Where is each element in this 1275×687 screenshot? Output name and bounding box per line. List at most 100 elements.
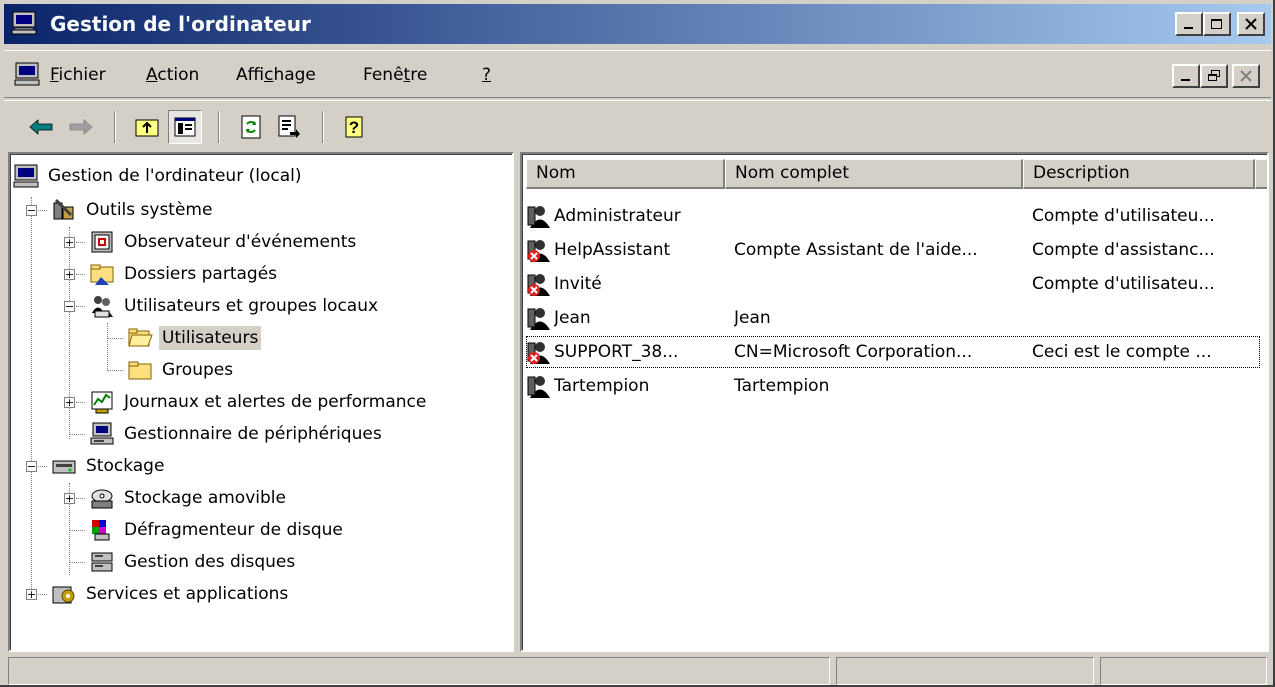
tree-node-disk-defragmenter[interactable]: Défragmenteur de disque bbox=[89, 515, 346, 545]
cell-full-name: Jean bbox=[734, 308, 771, 328]
disk-management-icon bbox=[91, 552, 113, 572]
tools-icon bbox=[53, 198, 74, 220]
cell-name: Jean bbox=[554, 308, 591, 328]
tree-line bbox=[107, 370, 123, 371]
folder-open-icon bbox=[128, 328, 153, 347]
tree-collapse-toggle[interactable]: − bbox=[64, 301, 75, 312]
user-icon bbox=[527, 308, 550, 330]
tree-node-device-manager[interactable]: Gestionnaire de périphériques bbox=[89, 419, 385, 449]
back-button[interactable] bbox=[24, 110, 58, 144]
column-header-description[interactable]: Description bbox=[1023, 159, 1255, 189]
cell-full-name bbox=[734, 200, 1022, 232]
refresh-icon bbox=[241, 115, 261, 139]
child-close-button[interactable] bbox=[1232, 64, 1260, 88]
status-panel-main bbox=[8, 657, 830, 685]
close-button[interactable] bbox=[1237, 12, 1265, 36]
list-row-support[interactable]: SUPPORT_38... CN=Microsoft Corporation..… bbox=[526, 336, 1260, 368]
tree-expand-toggle[interactable]: + bbox=[64, 397, 75, 408]
toolbar: ? bbox=[4, 100, 1271, 152]
device-manager-icon bbox=[90, 422, 114, 445]
cell-description bbox=[1032, 370, 1258, 402]
tree-line bbox=[107, 323, 108, 371]
show-hide-tree-button[interactable] bbox=[168, 110, 202, 144]
computer-icon bbox=[11, 11, 37, 35]
tree-node-storage[interactable]: Stockage bbox=[51, 451, 167, 481]
tree-expand-toggle[interactable]: + bbox=[26, 589, 37, 600]
refresh-button[interactable] bbox=[234, 110, 268, 144]
menu-affichage[interactable]: Affichage bbox=[236, 64, 316, 86]
removable-storage-icon bbox=[91, 489, 113, 509]
menu-bar: Fichier Action Affichage Fenêtre ? bbox=[4, 50, 1271, 98]
details-list-pane[interactable]: Nom Nom complet Description Administrate… bbox=[520, 152, 1269, 652]
cell-description: Compte d'utilisateu... bbox=[1032, 206, 1215, 226]
tree-node-services-applications[interactable]: Services et applications bbox=[51, 579, 291, 609]
forward-icon bbox=[69, 119, 93, 135]
tree-node-local-users-groups[interactable]: Utilisateurs et groupes locaux bbox=[89, 291, 381, 321]
list-row-administrateur[interactable]: Administrateur Compte d'utilisateu... bbox=[526, 200, 1260, 232]
export-list-button[interactable] bbox=[272, 110, 306, 144]
menu-fichier[interactable]: Fichier bbox=[50, 64, 106, 86]
tree-node-disk-management[interactable]: Gestion des disques bbox=[89, 547, 298, 577]
services-icon bbox=[52, 586, 75, 604]
tree-node-root[interactable]: Gestion de l'ordinateur (local) bbox=[13, 161, 304, 191]
restore-icon bbox=[1208, 70, 1220, 81]
child-restore-button[interactable] bbox=[1200, 64, 1228, 88]
menu-fenetre[interactable]: Fenêtre bbox=[363, 64, 427, 86]
tree-expand-toggle[interactable]: + bbox=[64, 269, 75, 280]
maximize-button[interactable] bbox=[1203, 12, 1231, 36]
user-icon bbox=[527, 376, 550, 398]
child-minimize-button[interactable] bbox=[1172, 64, 1200, 88]
cell-description: Ceci est le compte ... bbox=[1032, 342, 1212, 362]
tree-expand-toggle[interactable]: + bbox=[64, 237, 75, 248]
list-row-invite[interactable]: Invité Compte d'utilisateu... bbox=[526, 268, 1260, 300]
show-hide-tree-icon bbox=[174, 117, 196, 137]
up-folder-icon bbox=[135, 119, 159, 137]
forward-button[interactable] bbox=[64, 110, 98, 144]
tree-node-users[interactable]: Utilisateurs bbox=[127, 323, 262, 353]
cell-full-name bbox=[734, 268, 1022, 300]
tree-node-removable-storage[interactable]: Stockage amovible bbox=[89, 483, 289, 513]
minimize-button[interactable] bbox=[1175, 12, 1203, 36]
export-list-icon bbox=[278, 115, 300, 138]
cell-full-name: CN=Microsoft Corporation... bbox=[734, 342, 973, 362]
tree-collapse-toggle[interactable]: − bbox=[26, 205, 37, 216]
list-row-jean[interactable]: Jean Jean bbox=[526, 302, 1260, 334]
event-viewer-icon bbox=[91, 231, 113, 253]
console-tree-pane[interactable]: − + + − + − + + Gestion de l'ordinateur … bbox=[8, 152, 514, 652]
shared-folders-icon bbox=[90, 264, 114, 285]
tree-node-shared-folders[interactable]: Dossiers partagés bbox=[89, 259, 280, 289]
svg-text:?: ? bbox=[349, 118, 359, 137]
cell-name: SUPPORT_38... bbox=[554, 342, 679, 362]
title-bar[interactable]: Gestion de l'ordinateur bbox=[4, 4, 1271, 44]
tree-expand-toggle[interactable]: + bbox=[64, 493, 75, 504]
column-header-name[interactable]: Nom bbox=[526, 159, 725, 189]
disabled-user-icon bbox=[527, 274, 550, 296]
computer-management-window: Gestion de l'ordinateur Fichier Action A… bbox=[0, 0, 1275, 687]
storage-icon bbox=[52, 460, 76, 474]
up-one-level-button[interactable] bbox=[130, 110, 164, 144]
list-row-tartempion[interactable]: Tartempion Tartempion bbox=[526, 370, 1260, 402]
tree-node-event-viewer[interactable]: Observateur d'événements bbox=[89, 227, 359, 257]
cell-full-name: Tartempion bbox=[734, 376, 830, 396]
computer-icon[interactable] bbox=[14, 62, 40, 86]
close-icon bbox=[1240, 70, 1252, 82]
column-header-filler bbox=[1255, 159, 1267, 189]
tree-collapse-toggle[interactable]: − bbox=[26, 461, 37, 472]
list-row-helpassistant[interactable]: HelpAssistant Compte Assistant de l'aide… bbox=[526, 234, 1260, 266]
cell-name: Invité bbox=[554, 274, 602, 294]
folder-icon bbox=[128, 361, 152, 380]
menu-help[interactable]: ? bbox=[482, 64, 491, 86]
help-button[interactable]: ? bbox=[338, 110, 372, 144]
help-icon: ? bbox=[345, 116, 363, 138]
menu-action[interactable]: Action bbox=[146, 64, 199, 86]
tree-node-performance-logs[interactable]: Journaux et alertes de performance bbox=[89, 387, 429, 417]
disabled-user-icon bbox=[527, 240, 550, 262]
tree-line bbox=[69, 434, 85, 435]
tree-node-users-label: Utilisateurs bbox=[159, 326, 262, 350]
minimize-icon bbox=[1181, 79, 1190, 81]
tree-node-groups[interactable]: Groupes bbox=[127, 355, 236, 385]
minimize-icon bbox=[1184, 27, 1193, 29]
toolbar-separator bbox=[114, 111, 116, 143]
tree-node-system-tools[interactable]: Outils système bbox=[51, 195, 215, 225]
column-header-full-name[interactable]: Nom complet bbox=[725, 159, 1023, 189]
